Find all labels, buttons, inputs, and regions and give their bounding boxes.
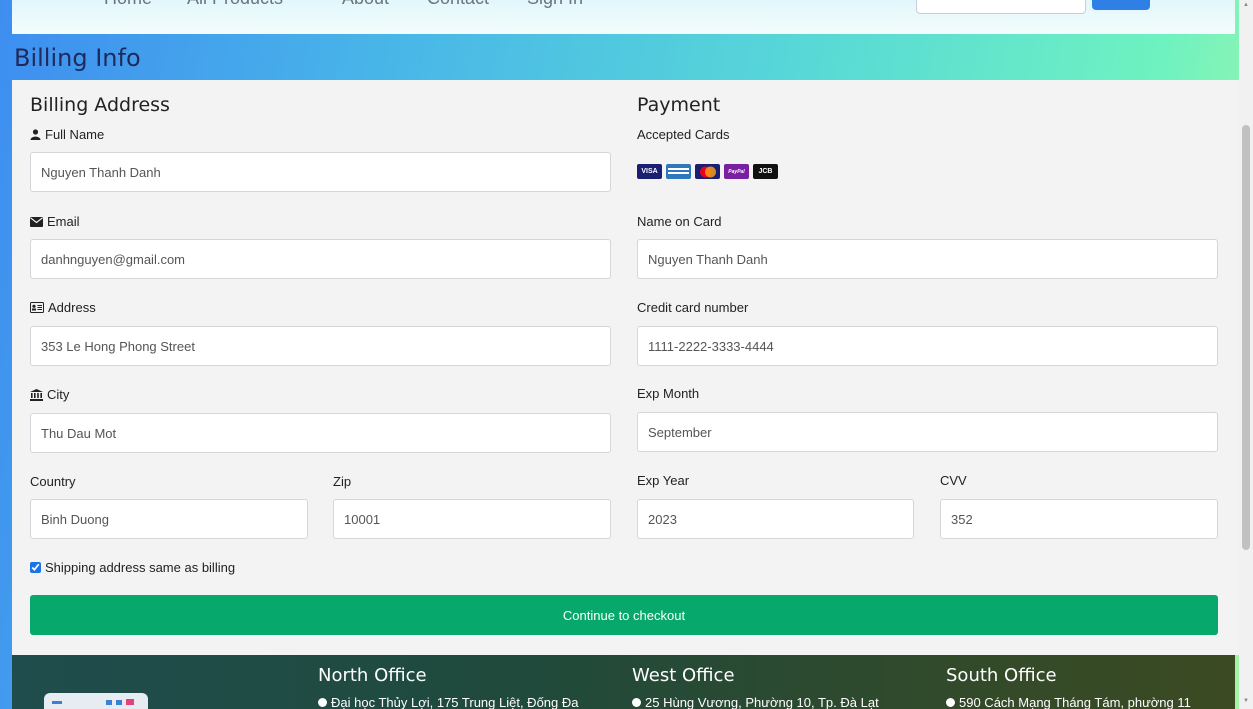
country-field[interactable] bbox=[30, 499, 308, 539]
city-field[interactable] bbox=[30, 413, 611, 453]
nav-about[interactable]: About bbox=[342, 0, 389, 9]
footer-logo bbox=[44, 693, 148, 709]
scroll-up-arrow-icon[interactable]: ▲ bbox=[1243, 2, 1249, 8]
billing-card: Billing Address Full Name Email Address … bbox=[12, 80, 1241, 655]
accepted-cards: VISA PayPal JCB bbox=[637, 164, 778, 179]
address-card-icon bbox=[30, 302, 44, 313]
cvv-label: CVV bbox=[940, 473, 967, 488]
accepted-cards-label: Accepted Cards bbox=[637, 127, 730, 142]
full-name-field[interactable] bbox=[30, 152, 611, 192]
address-label: Address bbox=[30, 300, 96, 315]
exp-year-label: Exp Year bbox=[637, 473, 690, 488]
cvv-field[interactable] bbox=[940, 499, 1218, 539]
visa-icon: VISA bbox=[637, 164, 662, 179]
mastercard-icon bbox=[695, 164, 720, 179]
payment-title: Payment bbox=[637, 94, 721, 116]
search-input[interactable] bbox=[916, 0, 1086, 14]
west-office-address: 25 Hùng Vương, Phường 10, Tp. Đà Lạt bbox=[632, 695, 879, 709]
exp-year-field[interactable] bbox=[637, 499, 914, 539]
scroll-down-arrow-icon[interactable]: ▼ bbox=[1243, 698, 1249, 704]
name-on-card-label: Name on Card bbox=[637, 214, 722, 229]
jcb-icon: JCB bbox=[753, 164, 778, 179]
shipping-same-label: Shipping address same as billing bbox=[45, 560, 236, 575]
email-field[interactable] bbox=[30, 239, 611, 279]
country-label: Country bbox=[30, 474, 76, 489]
search-button[interactable] bbox=[1092, 0, 1150, 10]
nav-sign-in[interactable]: Sign In bbox=[527, 0, 583, 9]
shipping-same-checkbox[interactable] bbox=[30, 562, 41, 573]
exp-month-label: Exp Month bbox=[637, 386, 700, 401]
address-field[interactable] bbox=[30, 326, 611, 366]
map-marker-icon bbox=[318, 698, 327, 707]
email-label: Email bbox=[30, 214, 80, 229]
name-on-card-field[interactable] bbox=[637, 239, 1218, 279]
shipping-same-row: Shipping address same as billing bbox=[30, 560, 235, 575]
billing-address-title: Billing Address bbox=[30, 94, 170, 116]
west-office-title: West Office bbox=[632, 665, 735, 686]
exp-month-field[interactable] bbox=[637, 412, 1218, 452]
zip-field[interactable] bbox=[333, 499, 611, 539]
amex-icon bbox=[666, 164, 691, 179]
full-name-label: Full Name bbox=[30, 127, 104, 142]
map-marker-icon bbox=[632, 698, 641, 707]
page-scrollbar[interactable]: ▲ ▼ bbox=[1239, 0, 1253, 709]
envelope-icon bbox=[30, 216, 43, 227]
city-label: City bbox=[30, 387, 69, 402]
institution-icon bbox=[30, 388, 43, 401]
zip-label: Zip bbox=[333, 474, 352, 489]
continue-checkout-button[interactable]: Continue to checkout bbox=[30, 595, 1218, 635]
page-title: Billing Info bbox=[14, 44, 141, 72]
nav-home[interactable]: Home bbox=[104, 0, 152, 9]
north-office-address: Đại học Thủy Lợi, 175 Trung Liệt, Đống Đ… bbox=[318, 695, 578, 709]
top-navbar: Home All Products About Contact Sign In bbox=[12, 0, 1235, 34]
nav-contact[interactable]: Contact bbox=[427, 0, 489, 9]
map-marker-icon bbox=[946, 698, 955, 707]
north-office-title: North Office bbox=[318, 665, 427, 686]
user-icon bbox=[30, 129, 41, 140]
card-number-label: Credit card number bbox=[637, 300, 749, 315]
footer: North Office Đại học Thủy Lợi, 175 Trung… bbox=[12, 655, 1235, 709]
south-office-title: South Office bbox=[946, 665, 1057, 686]
scrollbar-thumb[interactable] bbox=[1242, 125, 1250, 550]
south-office-address: 590 Cách Mạng Tháng Tám, phường 11 bbox=[946, 695, 1191, 709]
nav-all-products[interactable]: All Products bbox=[187, 0, 283, 9]
card-number-field[interactable] bbox=[637, 326, 1218, 366]
paypal-icon: PayPal bbox=[724, 164, 749, 179]
